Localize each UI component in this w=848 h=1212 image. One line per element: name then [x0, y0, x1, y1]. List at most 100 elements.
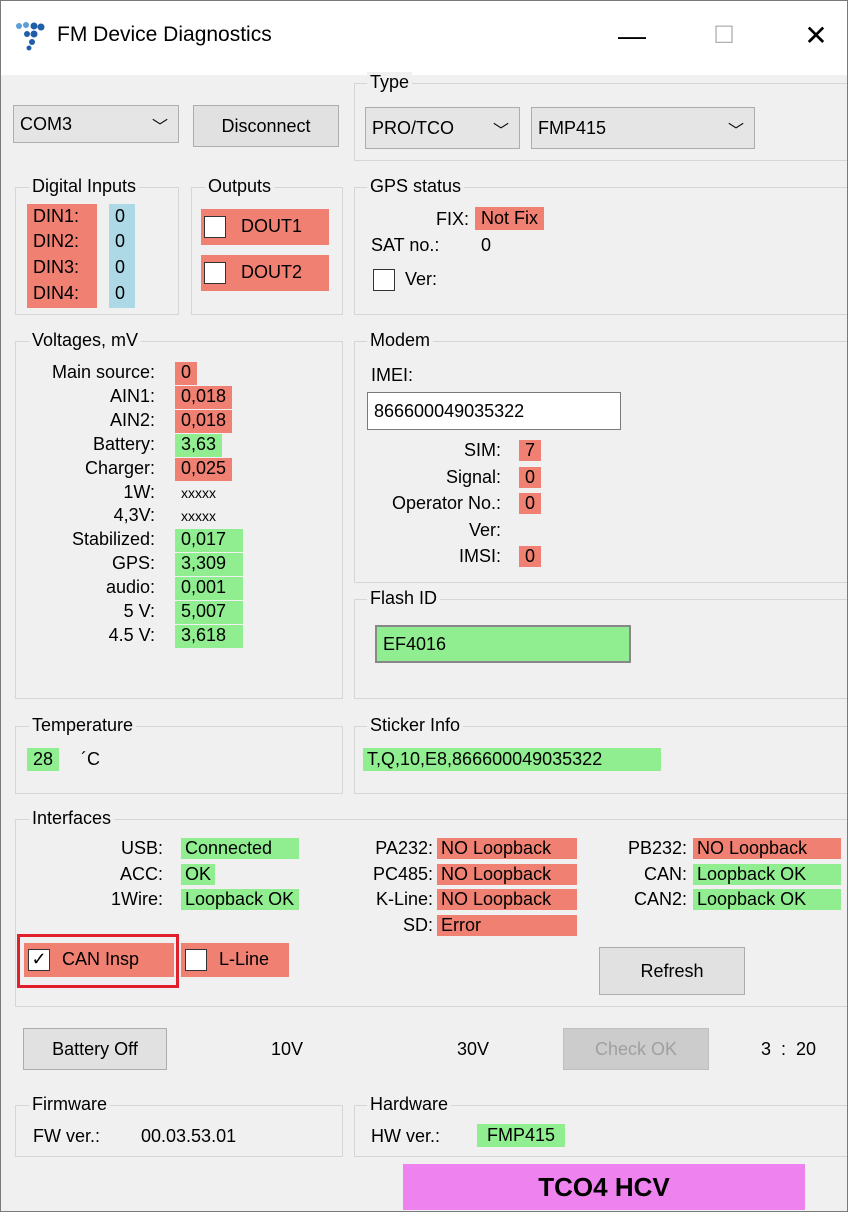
- interface-label: CAN:: [643, 864, 687, 884]
- close-button[interactable]: ✕: [785, 1, 847, 71]
- interface-label: K-Line:: [375, 889, 433, 909]
- voltage-30v-label: 30V: [457, 1039, 490, 1059]
- protocol-value: PRO/TCO: [372, 118, 455, 138]
- imei-value: 866600049035322: [374, 401, 525, 421]
- voltage-label: 4,3V:: [113, 505, 155, 525]
- gps-ver-label: Ver:: [405, 269, 438, 289]
- model-value: FMP415: [538, 118, 607, 138]
- fw-version-value: 00.03.53.01: [141, 1126, 237, 1146]
- interface-status: NO Loopback: [693, 838, 841, 859]
- modem-field-value: 0: [519, 493, 542, 514]
- type-legend: Type: [367, 72, 413, 93]
- device-type-banner: TCO4 HCV: [403, 1164, 805, 1210]
- app-window: FM Device Diagnostics — ☐ ✕ COM3 ﹀ Disco…: [0, 0, 848, 1212]
- voltage-value: xxxxx: [181, 485, 216, 501]
- l-line-label: L-Line: [219, 949, 270, 969]
- maximize-button[interactable]: ☐: [693, 1, 755, 71]
- gps-sat-label: SAT no.:: [371, 235, 440, 255]
- din1-value: 0: [115, 206, 126, 226]
- hw-version-value: FMP415: [477, 1124, 566, 1147]
- check-ok-button[interactable]: Check OK: [563, 1028, 709, 1070]
- minimize-button[interactable]: —: [601, 1, 663, 71]
- refresh-button[interactable]: Refresh: [599, 947, 745, 995]
- interface-label: PA232:: [375, 838, 433, 858]
- interface-label: SD:: [402, 915, 433, 935]
- title-bar: FM Device Diagnostics — ☐ ✕: [1, 1, 847, 75]
- interface-status: Connected: [181, 838, 299, 859]
- app-logo-icon: [16, 22, 45, 51]
- checkmark-icon[interactable]: ✓: [28, 949, 50, 971]
- voltage-value: 0,017: [175, 529, 243, 552]
- interface-status: Loopback OK: [693, 864, 841, 885]
- dout1-box[interactable]: [204, 216, 226, 238]
- din3-value: 0: [115, 257, 126, 277]
- disconnect-button[interactable]: Disconnect: [193, 105, 339, 147]
- dout2-checkbox[interactable]: DOUT2: [201, 255, 329, 291]
- hw-version-label: HW ver.:: [371, 1126, 441, 1146]
- voltage-label: GPS:: [111, 553, 155, 573]
- interface-status: NO Loopback: [437, 838, 577, 859]
- voltage-value: 3,618: [175, 625, 243, 648]
- l-line-box[interactable]: [185, 949, 207, 971]
- model-select[interactable]: FMP415 ﹀: [531, 107, 755, 149]
- din3-label: DIN3:: [33, 257, 80, 277]
- temperature-unit: ´C: [81, 749, 100, 769]
- voltage-value: xxxxx: [181, 508, 216, 524]
- din1-label: DIN1:: [33, 206, 80, 226]
- voltage-value: 0: [175, 362, 198, 385]
- voltage-label: Stabilized:: [71, 529, 155, 549]
- din4-label: DIN4:: [33, 283, 80, 303]
- voltage-label: AIN2:: [109, 410, 155, 430]
- voltage-value: 0,018: [175, 386, 233, 409]
- l-line-checkbox[interactable]: L-Line: [181, 943, 289, 977]
- din4-value: 0: [115, 283, 126, 303]
- firmware-legend: Firmware: [29, 1094, 110, 1115]
- interface-status: Loopback OK: [181, 889, 299, 910]
- com-port-select[interactable]: COM3 ﹀: [13, 105, 179, 143]
- interface-status: NO Loopback: [437, 864, 577, 885]
- dout2-box[interactable]: [204, 262, 226, 284]
- modem-field-value: 0: [519, 546, 542, 567]
- voltages-legend: Voltages, mV: [29, 330, 142, 351]
- digital-inputs-legend: Digital Inputs: [29, 176, 140, 197]
- interface-status: Error: [437, 915, 577, 936]
- chevron-down-icon: ﹀: [492, 123, 509, 140]
- modem-field-label: SIM:: [463, 440, 501, 460]
- modem-field-value: 0: [519, 467, 542, 488]
- modem-legend: Modem: [367, 330, 434, 351]
- flash-id-field: EF4016: [375, 625, 631, 663]
- com-port-value: COM3: [20, 114, 73, 134]
- flash-id-legend: Flash ID: [367, 588, 441, 609]
- voltage-value: 0,001: [175, 577, 243, 600]
- dout1-checkbox[interactable]: DOUT1: [201, 209, 329, 245]
- can-insp-checkbox[interactable]: ✓ CAN Insp: [24, 943, 174, 977]
- imei-field[interactable]: 866600049035322: [367, 392, 621, 430]
- voltage-label: Battery:: [92, 434, 155, 454]
- hardware-legend: Hardware: [367, 1094, 452, 1115]
- voltage-value: 0,018: [175, 410, 233, 433]
- voltage-label: 4.5 V:: [108, 625, 155, 645]
- can-insp-label: CAN Insp: [62, 949, 140, 969]
- imei-label: IMEI:: [371, 365, 414, 385]
- interface-status: NO Loopback: [437, 889, 577, 910]
- modem-field-label: IMSI:: [458, 546, 501, 566]
- chevron-down-icon: ﹀: [151, 119, 168, 136]
- interfaces-legend: Interfaces: [29, 808, 115, 829]
- interface-status: Loopback OK: [693, 889, 841, 910]
- interface-label: PB232:: [627, 838, 687, 858]
- protocol-select[interactable]: PRO/TCO ﹀: [365, 107, 520, 149]
- dout1-label: DOUT1: [241, 216, 303, 236]
- interface-label: PC485:: [372, 864, 433, 884]
- modem-field-value: 7: [519, 440, 542, 461]
- gps-ver-checkbox[interactable]: [373, 269, 395, 291]
- gps-status-legend: GPS status: [367, 176, 465, 197]
- window-title: FM Device Diagnostics: [57, 23, 272, 46]
- din2-value: 0: [115, 231, 126, 251]
- interface-status: OK: [181, 864, 216, 885]
- voltage-label: Charger:: [84, 458, 155, 478]
- temperature-legend: Temperature: [29, 715, 137, 736]
- battery-off-button[interactable]: Battery Off: [23, 1028, 167, 1070]
- flash-id-value: EF4016: [383, 634, 447, 654]
- outputs-group: [191, 187, 343, 315]
- gps-sat-value: 0: [481, 235, 492, 255]
